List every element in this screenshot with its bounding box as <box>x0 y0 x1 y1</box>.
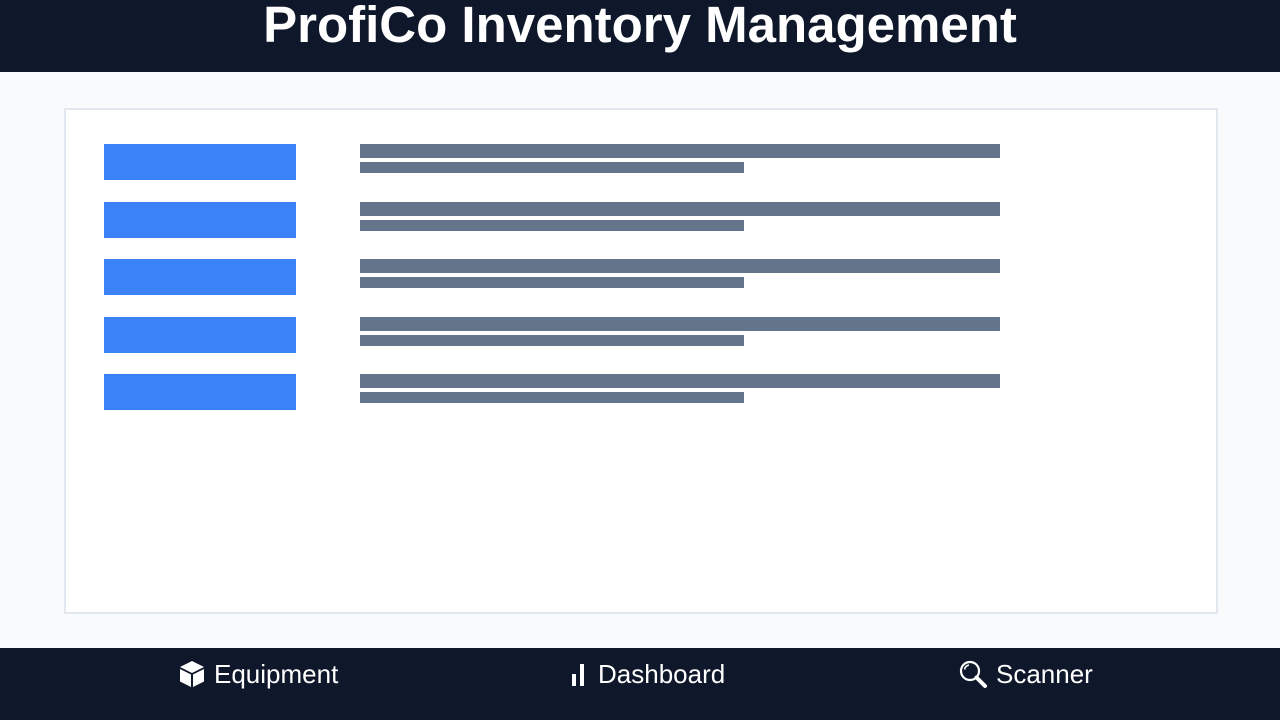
item-title-placeholder <box>360 202 1000 216</box>
bar-chart-icon <box>570 660 590 688</box>
box-icon <box>178 660 206 688</box>
list-item <box>66 317 1216 354</box>
nav-item-scanner[interactable]: Scanner <box>958 658 1093 690</box>
item-subtitle-placeholder <box>360 277 744 288</box>
app-header: ProfiCo Inventory Management <box>0 0 1280 72</box>
equipment-list-panel <box>64 108 1218 614</box>
nav-item-label: Dashboard <box>598 658 726 689</box>
nav-item-dashboard[interactable]: Dashboard <box>570 658 725 690</box>
list-item <box>66 202 1216 239</box>
item-subtitle-placeholder <box>360 392 744 403</box>
item-action-button[interactable] <box>104 144 296 180</box>
item-action-button[interactable] <box>104 202 296 238</box>
item-action-button[interactable] <box>104 259 296 295</box>
item-title-placeholder <box>360 259 1000 273</box>
nav-item-equipment[interactable]: Equipment <box>178 658 338 690</box>
item-action-button[interactable] <box>104 374 296 410</box>
list-item <box>66 374 1216 411</box>
item-title-placeholder <box>360 317 1000 331</box>
item-title-placeholder <box>360 374 1000 388</box>
list-item <box>66 259 1216 296</box>
item-subtitle-placeholder <box>360 162 744 173</box>
nav-item-label: Equipment <box>214 658 339 689</box>
nav-item-label: Scanner <box>996 658 1093 689</box>
bottom-navigation: Equipment Dashboard Scanner <box>0 648 1280 720</box>
item-title-placeholder <box>360 144 1000 158</box>
list-item <box>66 144 1216 181</box>
magnifier-icon <box>958 659 988 689</box>
item-subtitle-placeholder <box>360 335 744 346</box>
item-subtitle-placeholder <box>360 220 744 231</box>
page-title: ProfiCo Inventory Management <box>263 0 1017 53</box>
item-action-button[interactable] <box>104 317 296 353</box>
